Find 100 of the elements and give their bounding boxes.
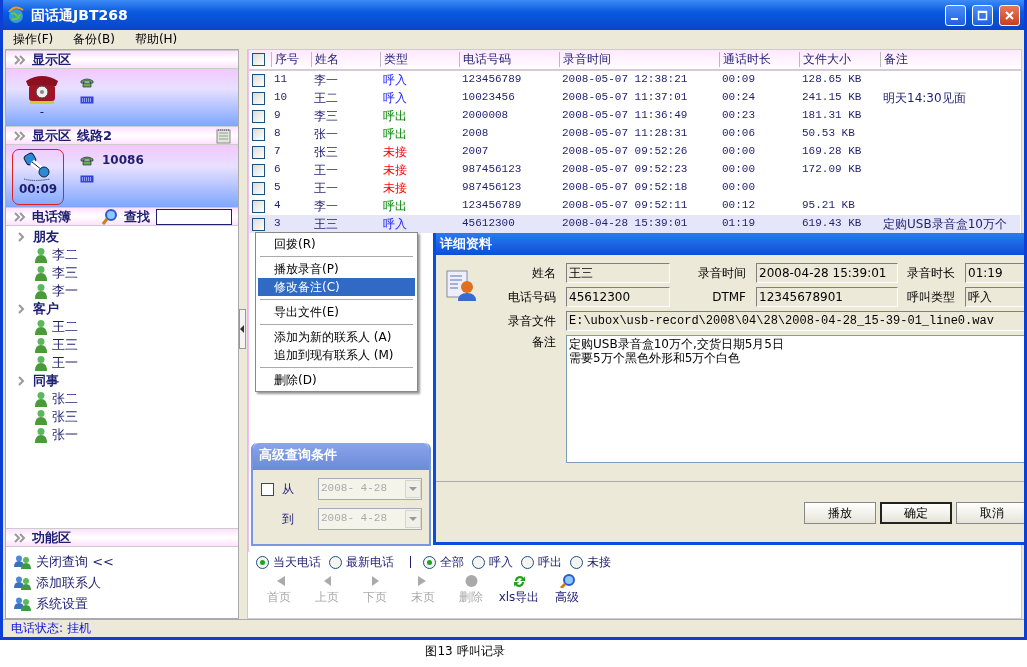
menu-item[interactable]: 添加为新的联系人 (A) <box>258 328 415 346</box>
dialog-button[interactable]: 取消 <box>956 502 1024 524</box>
table-row[interactable]: 5 王一 未接 987456123 2008-05-07 09:52:18 00:00 <box>249 179 1020 197</box>
table-row[interactable]: 3 王三 呼入 45612300 2008-04-28 15:39:01 01:19 619.43 KB 定购USB录音盒10万个 <box>249 215 1020 233</box>
field-value[interactable]: 王三 <box>566 263 670 283</box>
function-link[interactable]: 添加联系人 <box>36 574 101 591</box>
contact-name[interactable]: 李一 <box>52 283 78 299</box>
function-link[interactable]: 关闭查询 << <box>36 553 114 570</box>
person-icon <box>34 319 48 335</box>
select-all-checkbox[interactable] <box>252 53 265 67</box>
menu-item[interactable]: 删除(D) <box>258 371 415 389</box>
field-value[interactable]: 呼入 <box>965 287 1024 307</box>
column-header[interactable]: 文件大小 <box>799 52 880 67</box>
row-checkbox[interactable] <box>252 127 265 141</box>
table-cell-text: 00:09 <box>721 73 756 87</box>
table-row[interactable]: 10 王二 呼入 10023456 2008-05-07 11:37:01 00:24 241.15 KB 明天14:30见面 <box>249 89 1020 107</box>
contact-group[interactable]: 客户 <box>33 301 59 317</box>
table-row[interactable]: 6 王一 未接 987456123 2008-05-07 09:52:23 00:00 172.09 KB <box>249 161 1020 179</box>
table-cell-text: 01:19 <box>721 217 756 231</box>
table-cell-text: 2008-05-07 11:37:01 <box>561 91 689 105</box>
toolbar-button[interactable]: 高级 <box>546 574 588 605</box>
contact-name[interactable]: 张二 <box>52 391 78 407</box>
chevron-icon <box>18 376 25 386</box>
contact-group[interactable]: 朋友 <box>33 229 59 245</box>
menu-item[interactable]: 播放录音(P) <box>258 260 415 278</box>
radio-button[interactable] <box>472 555 485 569</box>
contact-name[interactable]: 王三 <box>52 337 78 353</box>
field-value[interactable]: 2008-04-28 15:39:01 <box>756 263 898 283</box>
row-checkbox[interactable] <box>252 91 265 105</box>
table-cell-text: 2008-05-07 12:38:21 <box>561 73 689 87</box>
menu-item[interactable]: 操作(F) <box>3 32 64 47</box>
row-checkbox[interactable] <box>252 199 265 213</box>
maximize-button[interactable] <box>972 4 993 26</box>
column-header[interactable]: 序号 <box>271 52 311 67</box>
menu-item[interactable]: 备份(B) <box>63 32 125 47</box>
person-icon <box>34 265 48 281</box>
table-cell-text: 王二 <box>313 90 339 106</box>
figure-caption: 图13 呼叫记录 <box>425 644 505 658</box>
radio-button[interactable] <box>256 555 269 569</box>
table-cell-text: 00:00 <box>721 181 756 195</box>
contact-name[interactable]: 李二 <box>52 247 78 263</box>
column-header[interactable]: 电话号码 <box>459 52 559 67</box>
radio-button[interactable] <box>423 555 436 569</box>
contact-name[interactable]: 王一 <box>52 355 78 371</box>
menu-item[interactable]: 帮助(H) <box>124 32 188 47</box>
collapse-handle[interactable] <box>239 309 246 349</box>
column-header[interactable]: 备注 <box>880 52 1020 67</box>
row-checkbox[interactable] <box>252 163 265 177</box>
table-cell-text: 2008-05-07 11:28:31 <box>561 127 689 141</box>
contact-name[interactable]: 张一 <box>52 427 78 443</box>
row-checkbox[interactable] <box>252 145 265 159</box>
dialog-button[interactable]: 播放 <box>804 502 876 524</box>
table-row[interactable]: 7 张三 未接 2007 2008-05-07 09:52:26 00:00 169.28 KB <box>249 143 1020 161</box>
table-cell-text: 明天14:30见面 <box>882 90 967 106</box>
column-header[interactable]: 姓名 <box>311 52 380 67</box>
radio-label: 未接 <box>587 554 611 570</box>
field-value[interactable]: 45612300 <box>566 287 670 307</box>
table-row[interactable]: 8 张一 呼出 2008 2008-05-07 11:28:31 00:06 50.53 KB <box>249 125 1020 143</box>
minimize-button[interactable] <box>945 4 966 26</box>
menu-item[interactable]: 回拨(R) <box>258 235 415 253</box>
contact-group[interactable]: 同事 <box>33 373 59 389</box>
row-checkbox[interactable] <box>252 109 265 123</box>
contact-name[interactable]: 李三 <box>52 265 78 281</box>
radio-button[interactable] <box>329 555 342 569</box>
table-cell-text: 2008-05-07 11:36:49 <box>561 109 689 123</box>
close-button[interactable] <box>999 4 1020 26</box>
row-checkbox[interactable] <box>252 73 265 87</box>
row-checkbox[interactable] <box>252 181 265 195</box>
table-row[interactable]: 11 李一 呼入 123456789 2008-05-07 12:38:21 00:09 128.65 KB <box>249 71 1020 89</box>
toolbar-button[interactable]: xls导出 <box>498 574 540 605</box>
function-link[interactable]: 系统设置 <box>36 595 88 612</box>
row-checkbox[interactable] <box>252 217 265 231</box>
contact-name[interactable]: 张三 <box>52 409 78 425</box>
radio-button[interactable] <box>521 555 534 569</box>
menu-item[interactable]: 导出文件(E) <box>258 303 415 321</box>
table-cell-text: 王一 <box>313 162 339 178</box>
table-row[interactable]: 9 李三 呼出 2000008 2008-05-07 11:36:49 00:23 181.31 KB <box>249 107 1020 125</box>
menu-item[interactable]: 修改备注(C) <box>258 278 415 296</box>
search-field[interactable] <box>156 208 232 225</box>
radio-label: 全部 <box>440 554 464 570</box>
users-icon <box>14 575 32 590</box>
menu-item[interactable]: 追加到现有联系人 (M) <box>258 346 415 364</box>
dialog-button[interactable]: 确定 <box>880 502 952 524</box>
contact-name[interactable]: 王二 <box>52 319 78 335</box>
remark-line: 定购USB录音盒10万个,交货日期5月5日 <box>569 338 785 352</box>
field-value[interactable]: 01:19 <box>965 263 1024 283</box>
checkbox[interactable] <box>261 482 274 496</box>
file-path-field[interactable]: E:\ubox\usb-record\2008\04\28\2008-04-28_15-39-01_line0.wav <box>566 311 1024 331</box>
column-header[interactable]: 类型 <box>380 52 459 67</box>
table-cell-text: 呼出 <box>382 198 408 214</box>
dropdown-arrow-icon <box>409 517 417 521</box>
column-header[interactable]: 通话时长 <box>719 52 799 67</box>
chevron-icon <box>18 232 25 242</box>
table-row[interactable]: 4 李一 呼出 123456789 2008-05-07 09:52:11 00:12 95.21 KB <box>249 197 1020 215</box>
remark-field[interactable]: 定购USB录音盒10万个,交货日期5月5日 需要5万个黑色外形和5万个白色 <box>566 335 1024 463</box>
column-header[interactable]: 录音时间 <box>559 52 719 67</box>
keyboard-icon <box>80 175 94 184</box>
field-label: 录音时间 <box>697 265 747 281</box>
radio-button[interactable] <box>570 555 583 569</box>
field-value[interactable]: 12345678901 <box>756 287 898 307</box>
